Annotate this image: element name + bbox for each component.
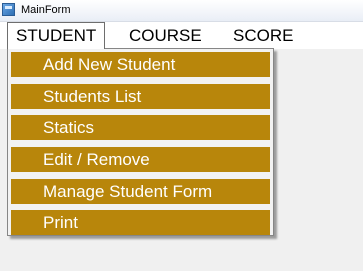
menu-item-statics[interactable]: Statics <box>11 115 270 140</box>
menu-bar: STUDENT COURSE SCORE <box>0 22 363 49</box>
title-bar: MainForm <box>0 0 363 22</box>
menu-item-edit-remove[interactable]: Edit / Remove <box>11 147 270 172</box>
menu-item-manage-student-form[interactable]: Manage Student Form <box>11 179 270 204</box>
menu-course[interactable]: COURSE <box>121 22 210 49</box>
menu-item-print[interactable]: Print <box>11 210 270 235</box>
menu-score[interactable]: SCORE <box>225 22 301 49</box>
menu-item-students-list[interactable]: Students List <box>11 84 270 109</box>
menu-item-add-new-student[interactable]: Add New Student <box>11 52 270 77</box>
main-window: MainForm STUDENT COURSE SCORE Add New St… <box>0 0 363 271</box>
menu-student[interactable]: STUDENT <box>7 22 106 49</box>
window-title: MainForm <box>21 4 71 16</box>
student-dropdown-menu: Add New Student Students List Statics Ed… <box>7 48 274 236</box>
app-icon[interactable] <box>2 3 15 16</box>
